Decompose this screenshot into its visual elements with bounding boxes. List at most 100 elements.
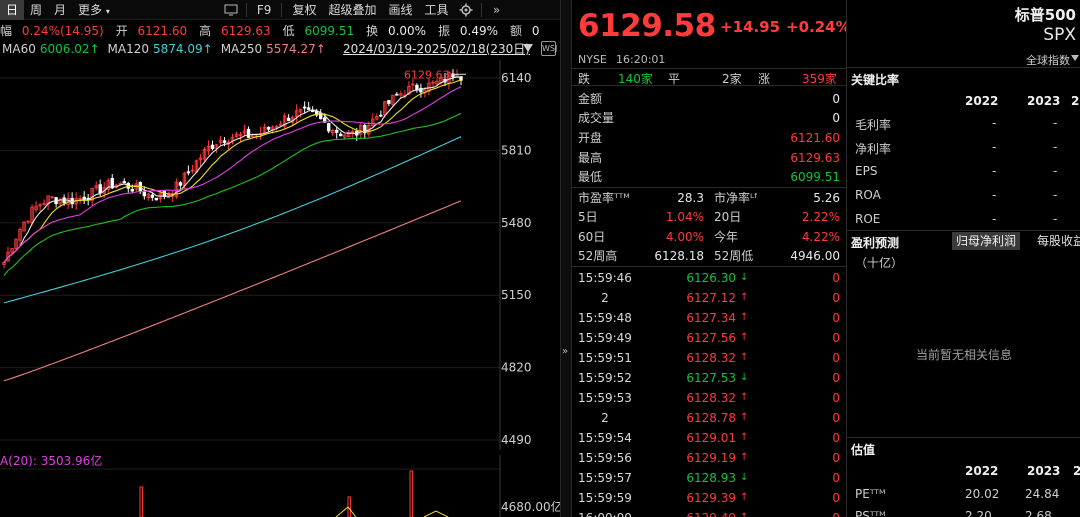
- low-row-label: 最低: [578, 170, 603, 184]
- ytd-label: 今年: [714, 230, 739, 244]
- panel-collapse-handle[interactable]: »: [560, 0, 572, 517]
- tab-net-profit[interactable]: 归母净利润: [952, 232, 1021, 250]
- tick-row: 15:59:57 6128.93 ↓ 0: [572, 468, 846, 488]
- tick-time: 15:59:49: [578, 331, 632, 345]
- ratio-label: 毛利率: [855, 118, 892, 132]
- arrow-up-icon: ↑: [740, 332, 749, 343]
- arrow-up-icon: ↑: [740, 412, 749, 423]
- earnings-forecast-title: 盈利预测: [851, 236, 900, 250]
- valuation-label: PEᵀᵀᴹ: [855, 487, 886, 501]
- tab-eps[interactable]: 每股收益: [1035, 232, 1080, 250]
- ratio-value: -: [1053, 164, 1058, 178]
- candle-body: [246, 128, 251, 138]
- tick-time: 15:59:54: [578, 431, 632, 445]
- valuation-year-header: 2023: [1027, 464, 1061, 478]
- candle-body: [142, 191, 147, 197]
- tools-button[interactable]: 工具: [419, 0, 455, 20]
- tick-list[interactable]: 15:59:46 6126.30 ↓ 0 2 6127.12 ↑ 0 15:59:48 6127.…: [572, 268, 846, 517]
- tick-volume: 0: [832, 291, 840, 305]
- d5-label: 5日: [578, 210, 598, 224]
- down-label: 跌: [578, 72, 591, 86]
- candlestick-chart[interactable]: 6140 5810 5480 5150 4820 4490 6129.63: [0, 60, 560, 450]
- open-row-value: 6121.60: [790, 131, 840, 145]
- low-row: 最低 6099.51: [572, 167, 846, 187]
- candle-body: [335, 129, 339, 133]
- amount-row-label: 金额: [578, 92, 603, 106]
- draw-line-button[interactable]: 画线: [382, 0, 418, 20]
- tick-time: 15:59:59: [578, 491, 632, 505]
- ratio-value: -: [992, 140, 997, 154]
- amount-row: 金额 0: [572, 89, 846, 109]
- w52-high-value: 6128.18: [654, 249, 704, 263]
- candle-body: [387, 100, 391, 104]
- d5-d20-row: 5日 1.04% 20日 2.22%: [572, 207, 846, 227]
- super-overlay-button[interactable]: 超级叠加: [322, 0, 382, 20]
- candle-body: [122, 181, 126, 184]
- open-value: 6121.60: [137, 23, 188, 38]
- arrow-down-icon: ↓: [740, 372, 749, 383]
- flat-count: 2家: [722, 72, 742, 86]
- index-category-dropdown[interactable]: 全球指数: [1026, 52, 1070, 68]
- kline-chart-panel: 日 周 月 更多 ▾ F9 复权 超级叠加 画线 工具 » 幅 0.24%(14…: [0, 0, 560, 517]
- period-day-tab[interactable]: 日: [0, 0, 25, 20]
- index-code: SPX: [1043, 25, 1076, 45]
- wsj-news-icon[interactable]: WSJ: [541, 41, 557, 56]
- tick-price: 6127.53: [686, 371, 736, 385]
- high-row-label: 最高: [578, 151, 603, 165]
- tick-time: 15:59:56: [578, 451, 632, 465]
- period-more-menu[interactable]: 更多 ▾: [72, 0, 116, 20]
- pb-value: 5.26: [813, 191, 840, 205]
- tick-volume: 0: [832, 491, 840, 505]
- price-axis-label: 6140: [501, 71, 532, 85]
- volume-axis-label: 4680.00亿: [501, 499, 560, 514]
- w52-low-label: 52周低: [714, 249, 754, 263]
- chevron-down-icon[interactable]: [1071, 55, 1079, 61]
- volume-chart[interactable]: 4680.00亿: [0, 455, 560, 517]
- f9-button[interactable]: F9: [251, 0, 278, 20]
- low-value: 6099.51: [304, 23, 355, 38]
- ratio-value: -: [1053, 140, 1058, 154]
- tick-volume: 0: [832, 331, 840, 345]
- key-ratios-title: 关键比率: [851, 73, 900, 87]
- market-breadth: 跌 140家 平 2家 涨 359家: [572, 68, 846, 86]
- tick-price: 6127.56: [686, 331, 736, 345]
- high-value: 6129.63: [221, 23, 271, 38]
- amount-row-value: 0: [832, 92, 840, 106]
- ratio-value: -: [992, 116, 997, 130]
- date-range-selector[interactable]: 2024/03/19-2025/02/18(230日): [343, 40, 530, 58]
- open-label: 开: [115, 23, 128, 38]
- tick-time: 15:59:46: [578, 271, 632, 285]
- d20-value: 2.22%: [801, 210, 840, 224]
- low-row-value: 6099.51: [790, 170, 840, 184]
- volume-row: 成交量 0: [572, 108, 846, 128]
- tick-price: 6127.34: [686, 311, 736, 325]
- swing-label: 振: [438, 23, 451, 38]
- expand-right-icon[interactable]: »: [486, 0, 508, 20]
- candle-body: [266, 126, 271, 130]
- period-more-label: 更多: [78, 2, 103, 17]
- tick-price: 6128.78: [686, 411, 736, 425]
- divider: [847, 67, 1080, 68]
- turnover-label: 换: [366, 23, 379, 38]
- screen-icon[interactable]: [220, 0, 242, 20]
- tick-time: 15:59:48: [578, 311, 632, 325]
- w52-high-label: 52周高: [578, 249, 618, 263]
- date-range-dropdown-icon[interactable]: [523, 44, 533, 52]
- ma60-value: 6006.02↑: [39, 42, 100, 56]
- open-row-label: 开盘: [578, 131, 603, 145]
- arrow-up-icon: ↑: [740, 352, 749, 363]
- tick-row: 2 6127.12 ↑ 0: [572, 288, 846, 308]
- high-row: 最高 6129.63: [572, 148, 846, 168]
- restore-right-button[interactable]: 复权: [286, 0, 322, 20]
- d60-label: 60日: [578, 230, 606, 244]
- turnover-value: 0.00%: [387, 23, 427, 38]
- ratio-year-header: 2023: [1027, 94, 1061, 108]
- period-month-tab[interactable]: 月: [48, 0, 72, 20]
- gear-icon[interactable]: [455, 0, 477, 20]
- tick-volume: 0: [832, 371, 840, 385]
- arrow-down-icon: ↓: [740, 272, 749, 283]
- pe-value: 28.3: [677, 191, 704, 205]
- ma250-line: [3, 200, 462, 382]
- high-label: 高: [199, 23, 212, 38]
- period-week-tab[interactable]: 周: [24, 0, 48, 20]
